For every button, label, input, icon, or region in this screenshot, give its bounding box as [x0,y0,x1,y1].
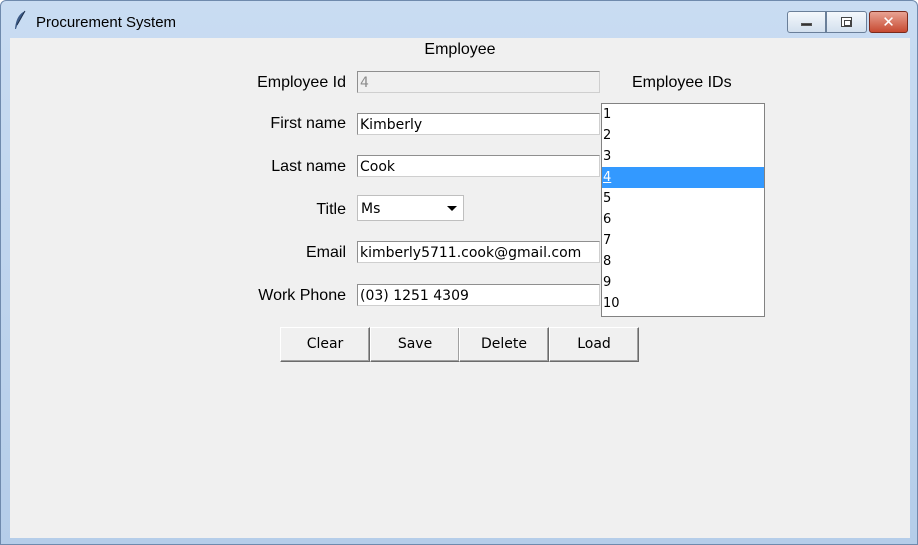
minimize-icon [801,23,812,26]
employee-id-label: Employee Id [257,74,346,91]
feather-icon [15,10,26,29]
last-name-label: Last name [271,158,346,175]
employee-ids-label: Employee IDs [632,74,732,91]
close-icon: ✕ [882,13,895,31]
list-item[interactable]: 8 [602,251,764,272]
employee-id-field: 4 [357,71,600,93]
list-item[interactable]: 6 [602,209,764,230]
form-heading: Employee [424,41,496,58]
first-name-label: First name [270,115,346,132]
list-item[interactable]: 10 [602,293,764,314]
email-field[interactable]: kimberly5711.cook@gmail.com [357,241,600,263]
clear-button[interactable]: Clear [280,327,370,362]
maximize-icon [841,17,852,27]
list-item[interactable]: 9 [602,272,764,293]
delete-button[interactable]: Delete [459,327,549,362]
app-window: Procurement System ✕ Employee Employee I… [0,0,918,545]
list-item[interactable]: 3 [602,146,764,167]
title-select-value: Ms [361,201,381,217]
title-label: Title [316,201,346,218]
maximize-button[interactable] [826,11,867,33]
work-phone-field[interactable]: (03) 1251 4309 [357,284,600,306]
title-select[interactable]: Ms [357,195,464,221]
list-item-selected[interactable]: 4 [602,167,764,188]
form-area: Employee Employee Id 4 First name Kimber… [10,38,910,538]
employee-ids-listbox[interactable]: 1 2 3 4 5 6 7 8 9 10 [601,103,765,317]
list-item[interactable]: 1 [602,104,764,125]
title-bar[interactable]: Procurement System ✕ [1,1,917,37]
save-button[interactable]: Save [370,327,460,362]
last-name-field[interactable]: Cook [357,155,600,177]
list-item[interactable]: 5 [602,188,764,209]
load-button[interactable]: Load [549,327,639,362]
work-phone-label: Work Phone [258,287,346,304]
email-label: Email [305,244,346,261]
window-title: Procurement System [36,14,177,31]
first-name-field[interactable]: Kimberly [357,113,600,135]
minimize-button[interactable] [787,11,826,33]
close-button[interactable]: ✕ [869,11,908,33]
list-item[interactable]: 2 [602,125,764,146]
chevron-down-icon [447,206,457,211]
list-item[interactable]: 7 [602,230,764,251]
